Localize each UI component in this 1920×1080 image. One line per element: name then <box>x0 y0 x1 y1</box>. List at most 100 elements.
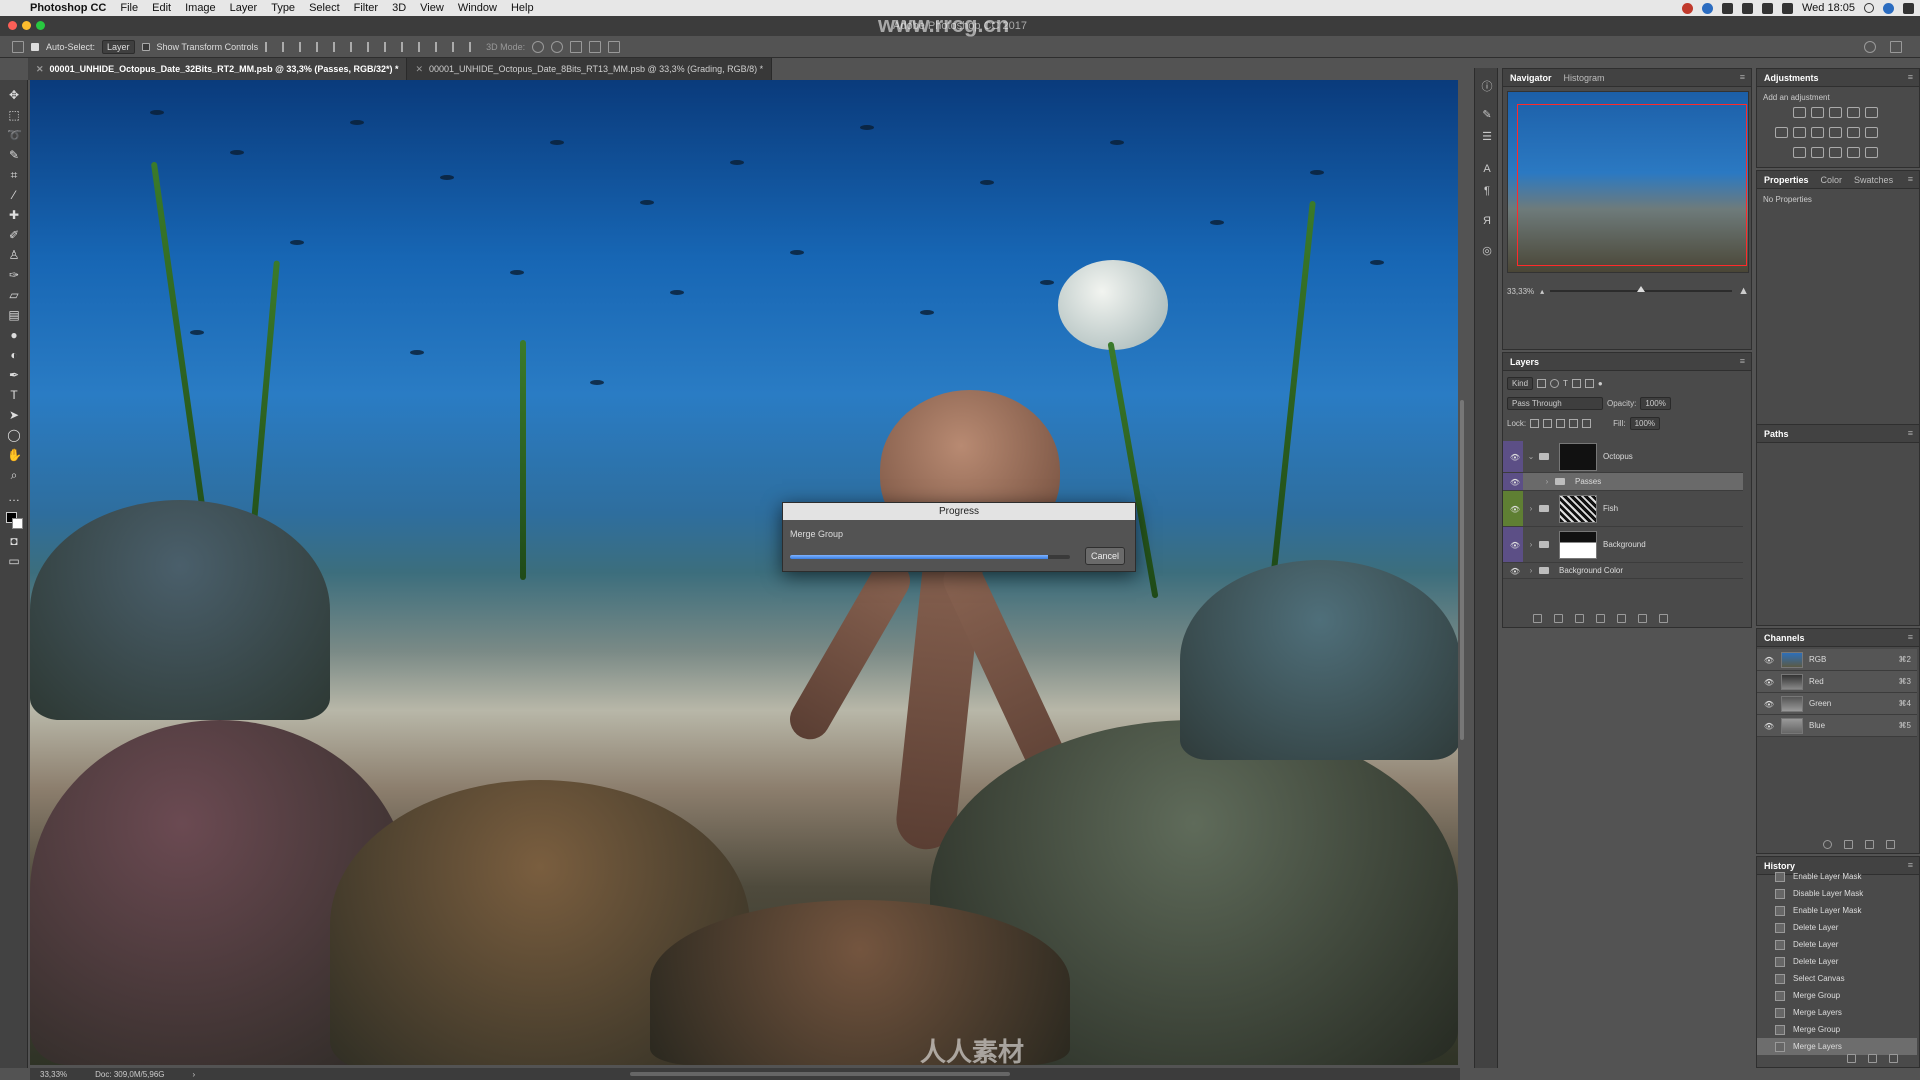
3d-scale-icon[interactable] <box>608 40 621 53</box>
color-balance-icon[interactable] <box>1793 127 1806 138</box>
character-icon[interactable]: A <box>1480 162 1494 176</box>
distribute-hcenter-icon[interactable] <box>435 41 445 52</box>
wifi-icon[interactable] <box>1761 2 1773 14</box>
layer-mask-thumbnail[interactable] <box>1559 494 1597 523</box>
history-brush-tool-icon[interactable]: ✑ <box>7 268 21 282</box>
vertical-scrollbar[interactable] <box>1460 400 1464 740</box>
minimize-window-button[interactable] <box>22 21 31 30</box>
fill-field[interactable]: 100% <box>1629 417 1661 430</box>
history-item[interactable]: Merge Group <box>1757 1021 1917 1038</box>
lock-position-icon[interactable] <box>1556 419 1566 428</box>
distribute-top-icon[interactable] <box>367 41 377 52</box>
align-bottom-icon[interactable] <box>299 41 309 52</box>
color-lookup-icon[interactable] <box>1865 127 1878 138</box>
panel-menu-icon[interactable]: ≡ <box>1908 72 1913 82</box>
delete-layer-icon[interactable] <box>1659 614 1668 623</box>
menu-file[interactable]: File <box>120 2 138 14</box>
distribute-left-icon[interactable] <box>418 41 428 52</box>
workspace-icon[interactable] <box>1890 40 1902 53</box>
layer-name[interactable]: Passes <box>1575 477 1601 486</box>
lock-transparent-icon[interactable] <box>1530 419 1540 428</box>
layer-mask-thumbnail[interactable] <box>1559 530 1597 559</box>
history-item[interactable]: Merge Layers <box>1757 1038 1917 1055</box>
tab-paths[interactable]: Paths <box>1764 429 1789 439</box>
panel-menu-icon[interactable]: ≡ <box>1908 174 1913 184</box>
dodge-tool-icon[interactable]: ◐ <box>7 348 21 362</box>
filter-pixel-icon[interactable] <box>1537 379 1547 388</box>
visibility-eye-icon[interactable]: 👁 <box>1509 567 1521 576</box>
opacity-field[interactable]: 100% <box>1640 397 1671 410</box>
more-tools-icon[interactable]: … <box>7 490 21 504</box>
adjustment-layer-icon[interactable] <box>1596 614 1605 623</box>
gradient-tool-icon[interactable]: ▤ <box>7 308 21 322</box>
visibility-eye-icon[interactable]: 👁 <box>1509 541 1521 550</box>
hand-tool-icon[interactable]: ✋ <box>7 448 22 462</box>
menu-window[interactable]: Window <box>458 2 497 14</box>
delete-channel-icon[interactable] <box>1886 840 1895 849</box>
zoom-in-icon[interactable]: ▲ <box>1738 285 1749 297</box>
document-canvas[interactable] <box>30 80 1458 1065</box>
layer-style-icon[interactable] <box>1554 614 1563 623</box>
auto-align-icon[interactable] <box>469 41 479 52</box>
layer-row[interactable]: 👁 ⌄ Octopus <box>1503 441 1743 473</box>
healing-brush-tool-icon[interactable]: ✚ <box>7 208 21 222</box>
dropbox-icon[interactable] <box>1721 2 1733 14</box>
lock-pixels-icon[interactable] <box>1543 419 1553 428</box>
new-snapshot-icon[interactable] <box>1868 1054 1877 1063</box>
tab-properties[interactable]: Properties <box>1764 175 1809 185</box>
menu-type[interactable]: Type <box>271 2 295 14</box>
crop-tool-icon[interactable]: ⌗ <box>7 168 21 182</box>
search-icon[interactable] <box>1864 40 1876 53</box>
brush-tool-icon[interactable]: ✐ <box>7 228 21 242</box>
channel-row-blue[interactable]: 👁 Blue ⌘5 <box>1757 715 1917 737</box>
tab-document-8bit[interactable]: ✕ 00001_UNHIDE_Octopus_Date_8Bits_RT13_M… <box>407 58 773 80</box>
visibility-eye-icon[interactable]: 👁 <box>1763 656 1775 665</box>
move-tool-icon[interactable]: ✥ <box>7 88 21 102</box>
delete-state-icon[interactable] <box>1889 1054 1898 1063</box>
filter-type-icon[interactable]: T <box>1563 379 1568 388</box>
tray-app-icon[interactable] <box>1681 2 1693 14</box>
menu-edit[interactable]: Edit <box>152 2 171 14</box>
visibility-eye-icon[interactable]: 👁 <box>1509 505 1521 514</box>
auto-select-dropdown[interactable]: Layer <box>102 39 135 54</box>
layer-row[interactable]: 👁 › Background <box>1503 527 1743 563</box>
screen-mode-icon[interactable]: ▭ <box>7 554 21 568</box>
layer-row[interactable]: 👁 › Passes <box>1503 473 1743 491</box>
horizontal-scrollbar[interactable] <box>630 1072 1010 1076</box>
lock-artboard-icon[interactable] <box>1569 419 1579 428</box>
tab-histogram[interactable]: Histogram <box>1564 73 1605 83</box>
history-item[interactable]: Delete Layer <box>1757 919 1917 936</box>
panel-menu-icon[interactable]: ≡ <box>1908 632 1913 642</box>
tool-presets-icon[interactable]: ☰ <box>1480 130 1494 144</box>
new-document-from-state-icon[interactable] <box>1847 1054 1856 1063</box>
history-item[interactable]: Merge Group <box>1757 987 1917 1004</box>
zoom-window-button[interactable] <box>36 21 45 30</box>
brush-presets-icon[interactable]: ✎ <box>1480 108 1494 122</box>
menu-help[interactable]: Help <box>511 2 534 14</box>
channel-row-rgb[interactable]: 👁 RGB ⌘2 <box>1757 649 1917 671</box>
history-item[interactable]: Delete Layer <box>1757 953 1917 970</box>
quick-select-tool-icon[interactable]: ✎ <box>7 148 21 162</box>
posterize-icon[interactable] <box>1811 147 1824 158</box>
channel-row-green[interactable]: 👁 Green ⌘4 <box>1757 693 1917 715</box>
ellipse-tool-icon[interactable]: ◯ <box>7 428 21 442</box>
3d-icon[interactable]: ◎ <box>1480 244 1494 258</box>
3d-orbit-icon[interactable] <box>532 40 545 53</box>
tab-adjustments[interactable]: Adjustments <box>1764 73 1819 83</box>
lasso-tool-icon[interactable]: ➰ <box>7 128 22 142</box>
link-layers-icon[interactable] <box>1533 614 1542 623</box>
tab-swatches[interactable]: Swatches <box>1854 175 1893 185</box>
3d-pan-icon[interactable] <box>570 40 583 53</box>
menu-select[interactable]: Select <box>309 2 340 14</box>
tray-sync-icon[interactable] <box>1701 2 1713 14</box>
threshold-icon[interactable] <box>1829 147 1842 158</box>
curves-icon[interactable] <box>1829 107 1842 118</box>
3d-slide-icon[interactable] <box>589 40 602 53</box>
hue-saturation-icon[interactable] <box>1775 127 1788 138</box>
type-tool-icon[interactable]: T <box>7 388 21 402</box>
expand-chevron-icon[interactable]: › <box>1543 477 1551 486</box>
align-right-icon[interactable] <box>350 41 360 52</box>
new-layer-icon[interactable] <box>1638 614 1647 623</box>
status-menu-icon[interactable]: › <box>193 1070 196 1079</box>
navigator-view-box[interactable] <box>1517 104 1747 266</box>
